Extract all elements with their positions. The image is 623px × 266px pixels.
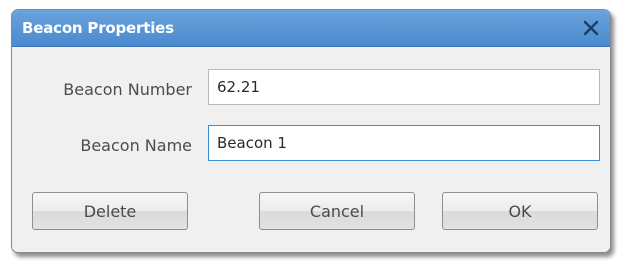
beacon-name-label: Beacon Name bbox=[80, 136, 192, 155]
ok-button[interactable]: OK bbox=[442, 192, 598, 230]
dialog-title: Beacon Properties bbox=[22, 19, 174, 37]
beacon-number-input[interactable] bbox=[208, 69, 600, 105]
beacon-name-input[interactable] bbox=[208, 125, 600, 161]
close-x-icon bbox=[583, 20, 599, 36]
delete-button[interactable]: Delete bbox=[32, 192, 188, 230]
cancel-button[interactable]: Cancel bbox=[259, 192, 415, 230]
beacon-number-label: Beacon Number bbox=[63, 80, 192, 99]
close-button[interactable] bbox=[578, 15, 604, 41]
beacon-properties-dialog: Beacon Properties Beacon Number Beacon N… bbox=[11, 9, 611, 253]
dialog-titlebar[interactable]: Beacon Properties bbox=[12, 10, 610, 47]
